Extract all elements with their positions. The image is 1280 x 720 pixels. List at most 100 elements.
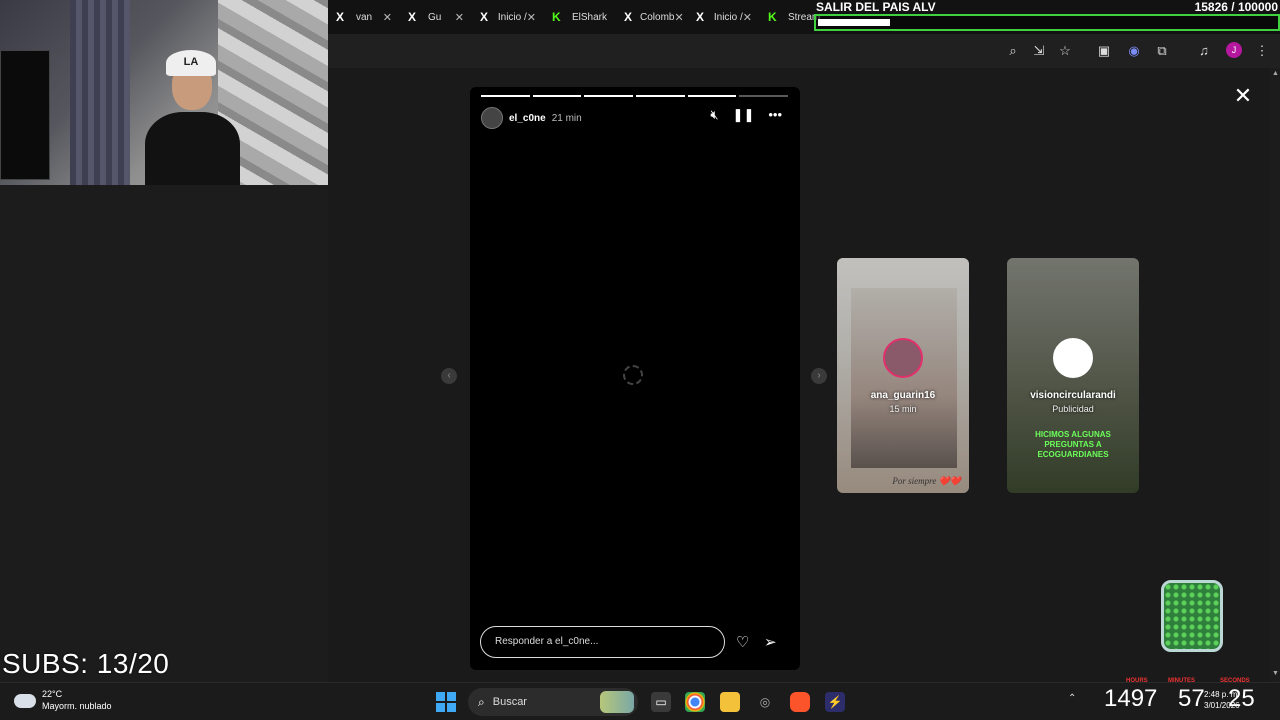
timer-label-minutes: MINUTES (1168, 678, 1195, 684)
zoom-icon[interactable]: ⌕ (1004, 42, 1022, 60)
goal-progress-bar (814, 14, 1280, 31)
app-icon[interactable]: ⚡ (825, 692, 845, 712)
story-preview-ad[interactable]: visioncircularandi Publicidad HICIMOS AL… (1007, 258, 1139, 493)
webcam-computer (0, 50, 50, 180)
pause-icon[interactable]: ❚❚ (733, 107, 755, 123)
scroll-down-icon[interactable]: ▼ (1272, 670, 1279, 677)
story-username[interactable]: el_c0ne (509, 113, 546, 124)
page-scrollbar[interactable]: ▲ ▼ (1270, 68, 1280, 682)
file-explorer-icon[interactable] (720, 692, 740, 712)
timer-label-hours: HOURS (1126, 678, 1148, 684)
weather-temp: 22°C (42, 689, 63, 699)
profile-icon[interactable]: J (1226, 42, 1242, 58)
story-progress-segment (584, 95, 634, 97)
windows-start-icon[interactable] (436, 692, 456, 712)
weather-widget[interactable]: 22°C Mayorm. nublado (14, 689, 112, 712)
preview-ad-text: HICIMOS ALGUNAS PREGUNTAS A ECOGUARDIANE… (1035, 430, 1111, 459)
browser-toolbar: ⌕ ⇲ ☆ ▣ ◉ ⧉ ♫ J ⋮ (328, 34, 1280, 68)
cloud-icon (14, 693, 36, 708)
tab-close-icon[interactable]: ✕ (455, 11, 464, 24)
story-progress-segment (687, 95, 737, 97)
puzzle-icon[interactable]: ⧉ (1153, 42, 1171, 60)
tab-label: Gu (428, 11, 442, 23)
reply-input[interactable]: Responder a el_c0ne... (480, 626, 725, 658)
tab-close-icon[interactable]: ✕ (674, 11, 683, 24)
tab-label: van (356, 11, 373, 23)
task-view-icon[interactable]: ▭ (651, 692, 671, 712)
tab-label: Inicio / (713, 11, 743, 23)
story-actions: 🔇︎ ❚❚ ••• (710, 107, 782, 123)
bookmark-star-icon[interactable]: ☆ (1056, 42, 1074, 60)
stream-goal-overlay: SALIR DEL PAIS ALV 15826 / 100000 (812, 0, 1280, 32)
webcam-shirt (145, 112, 240, 185)
webcam-cap: LA (166, 50, 216, 76)
browser-tab[interactable]: Xvan ✕ (328, 0, 400, 34)
next-story-arrow-icon[interactable]: › (811, 368, 827, 384)
preview-username: ana_guarin16 (870, 390, 936, 401)
share-send-icon[interactable]: ➢ (764, 633, 777, 651)
tab-label: Colomb (640, 11, 675, 23)
tab-close-icon[interactable]: ✕ (383, 11, 392, 24)
webcam-streamer: LA (140, 50, 240, 185)
system-clock[interactable]: 2:48 p. m. 3/01/2026 (1204, 689, 1240, 711)
brave-icon[interactable] (790, 692, 810, 712)
story-progress (481, 95, 789, 98)
goal-title: SALIR DEL PAIS ALV (816, 0, 936, 14)
media-icon[interactable]: ♫ (1195, 42, 1213, 60)
kick-icon: K (768, 10, 777, 24)
goal-progress-fill (818, 19, 891, 26)
story-progress-segment (481, 95, 530, 97)
story-progress-segment (739, 95, 789, 97)
story-time: 21 min (551, 112, 582, 124)
menu-icon[interactable]: ⋮ (1253, 42, 1271, 60)
like-heart-icon[interactable]: ♡ (736, 633, 749, 651)
tab-label: ElShark (572, 11, 608, 23)
coin-jar-widget (1161, 580, 1223, 652)
more-options-icon[interactable]: ••• (768, 107, 782, 123)
weather-condition: Mayorm. nublado (42, 701, 112, 711)
close-icon[interactable]: ✕ (1232, 85, 1254, 107)
browser-tab[interactable]: X Inicio / ✕ (472, 0, 544, 34)
tray-chevron-icon[interactable]: ⌃ (1068, 693, 1076, 704)
tab-label: Inicio / (497, 11, 527, 23)
clock-time: 2:48 p. m. (1204, 690, 1240, 699)
browser-tab[interactable]: X Colomb ✕ (616, 0, 688, 34)
timer-minutes: 57 (1178, 685, 1205, 712)
chrome-icon[interactable] (685, 692, 705, 712)
tab-close-icon[interactable]: ✕ (743, 11, 752, 24)
kick-icon: K (552, 10, 561, 24)
story-avatar[interactable] (481, 107, 503, 129)
search-label: Buscar (492, 696, 527, 708)
browser-tab[interactable]: X Gu ✕ (400, 0, 472, 34)
x-icon: X (696, 10, 705, 24)
left-dark-panel (0, 185, 328, 682)
story-preview-ana[interactable]: ana_guarin16 15 min Por siempre ❤️❤️ (837, 258, 969, 493)
obs-icon[interactable]: ◎ (755, 692, 775, 712)
story-header: el_c0ne 21 min 🔇︎ ❚❚ ••• (481, 107, 788, 129)
loading-spinner (623, 365, 643, 385)
preview-time: 15 min (889, 404, 917, 414)
story-progress-segment (636, 95, 685, 97)
screenshot-icon[interactable]: ▣ (1095, 42, 1113, 60)
preview-avatar (1053, 338, 1093, 378)
scroll-up-icon[interactable]: ▲ (1272, 70, 1279, 77)
browser-tab[interactable]: K ElShark (544, 0, 616, 34)
previous-story-arrow-icon[interactable]: ‹ (441, 368, 457, 384)
clock-date: 3/01/2026 (1204, 701, 1240, 710)
install-icon[interactable]: ⇲ (1030, 42, 1048, 60)
story-player[interactable]: el_c0ne 21 min 🔇︎ ❚❚ ••• Responder a el_… (470, 87, 800, 670)
mute-icon[interactable]: 🔇︎ (710, 107, 718, 123)
search-highlight-art (600, 691, 634, 713)
windows-taskbar: 22°C Mayorm. nublado ⌕ Buscar ▭ ◎ ⚡ ⌃ 14… (0, 682, 1280, 720)
browser-tab[interactable]: X Inicio / ✕ (688, 0, 760, 34)
subs-counter: SUBS: 13/20 (2, 648, 170, 679)
preview-avatar (883, 338, 923, 378)
x-icon: X (480, 10, 489, 24)
tab-close-icon[interactable]: ✕ (527, 11, 536, 24)
extension-blue-icon[interactable]: ◉ (1125, 42, 1143, 60)
webcam-overlay: LA (0, 0, 328, 185)
timer-hours: 1497 (1104, 685, 1158, 712)
x-icon: X (336, 10, 345, 24)
taskbar-search[interactable]: ⌕ Buscar (468, 688, 638, 716)
desktop-screen: LA Xvan ✕ X Gu ✕ X Inicio / ✕ K ElShark X Colomb ✕ X I… (0, 0, 1280, 720)
